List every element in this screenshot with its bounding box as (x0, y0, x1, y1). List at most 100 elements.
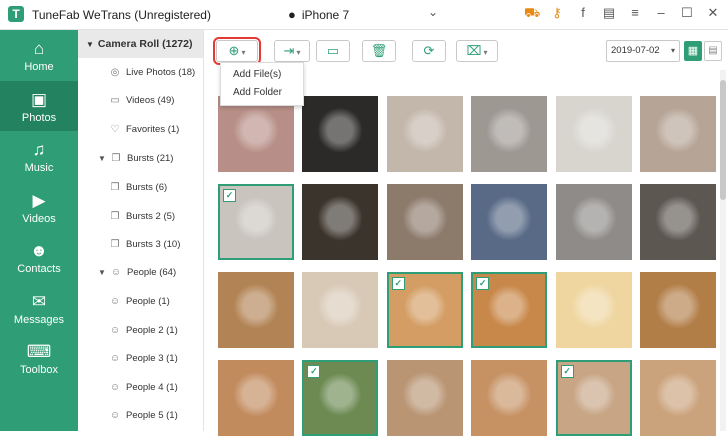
nav-item-toolbox[interactable]: ⌨ Toolbox (0, 333, 78, 383)
tree-item-label: People 5 (1) (126, 410, 178, 421)
tree-item[interactable]: ☺ People 2 (1) (108, 321, 178, 341)
photo-thumbnail[interactable] (471, 96, 548, 172)
date-value: 2019-07-02 (611, 45, 660, 56)
tree-item-label: People 3 (1) (126, 353, 178, 364)
photo-thumbnail[interactable] (555, 184, 632, 260)
nav-label: Music (24, 162, 54, 174)
checkbox-checked-icon[interactable]: ✓ (307, 365, 321, 378)
video-icon: ▶ (32, 190, 46, 210)
checkbox-checked-icon[interactable]: ✓ (476, 277, 490, 290)
date-select[interactable]: 2019-07-02 ▾ (606, 40, 680, 62)
nav-item-home[interactable]: ⌂ Home (0, 30, 78, 80)
photo-thumbnail[interactable] (640, 272, 716, 348)
tree-item[interactable]: ❐ Bursts 3 (10) (108, 235, 181, 255)
photo-thumbnail[interactable] (555, 96, 632, 172)
close-icon[interactable]: ✕ (706, 5, 720, 23)
photo-thumbnail[interactable] (386, 360, 463, 436)
device-selector[interactable]: ● iPhone 7 (288, 7, 349, 22)
checkbox-checked-icon[interactable]: ✓ (391, 277, 405, 290)
photo-thumbnail[interactable]: ✓ (386, 272, 463, 348)
tree-item-label: Favorites (1) (126, 124, 180, 135)
tree-root-camera-roll[interactable]: ▼ Camera Roll (1272) (78, 30, 203, 58)
export-button[interactable]: ⇥ ▾ (274, 40, 310, 62)
photo-thumbnail[interactable] (218, 272, 294, 348)
photo-thumbnail[interactable] (386, 184, 463, 260)
add-button[interactable]: ⊕ ▾ (213, 37, 261, 65)
tree-item[interactable]: ☺ People 3 (1) (108, 349, 178, 369)
tree-item[interactable]: ▼ ❐ Bursts (21) (98, 149, 173, 169)
menu-item-add-files[interactable]: Add File(s) (233, 69, 281, 80)
photo-thumbnail[interactable]: ✓ (471, 272, 548, 348)
grid-view-button[interactable]: ▦ (684, 41, 702, 61)
tree-item[interactable]: ♡ Favorites (1) (108, 120, 180, 140)
tree-item-label: People 2 (1) (126, 325, 178, 336)
menu-item-add-folder[interactable]: Add Folder (233, 87, 282, 98)
video-icon: ▭ (110, 95, 120, 106)
export-to-pc-button[interactable]: ▭ (316, 40, 350, 62)
checkbox-checked-icon[interactable]: ✓ (560, 365, 574, 378)
add-icon: ⊕ (228, 43, 240, 58)
photo-thumbnail[interactable]: ✓ (218, 184, 294, 260)
key-icon[interactable]: ⚷ (550, 5, 564, 23)
chevron-down-icon: ▾ (483, 48, 488, 57)
photo-thumbnail[interactable] (302, 184, 379, 260)
photo-thumbnail[interactable] (471, 184, 548, 260)
cart-icon[interactable]: ⛟ (524, 5, 540, 23)
tree-item[interactable]: ▼ ☺ People (64) (98, 263, 176, 283)
photo-thumbnail[interactable] (218, 96, 294, 172)
caret-down-icon[interactable]: ▼ (98, 263, 106, 283)
nav-item-contacts[interactable]: ☻ Contacts (0, 232, 78, 282)
photo-thumbnail[interactable] (555, 272, 632, 348)
minimize-icon[interactable]: – (654, 5, 668, 23)
tree-item-label: Bursts 2 (5) (126, 211, 176, 222)
feedback-icon[interactable]: ▤ (602, 5, 616, 23)
tree-item-label: Bursts (21) (127, 153, 174, 164)
nav-label: Toolbox (20, 364, 58, 376)
photo-thumbnail[interactable] (218, 360, 294, 436)
chevron-down-icon: ▾ (296, 48, 301, 57)
toolbox-button[interactable]: ⌧ ▾ (456, 40, 498, 62)
tree-item-label: People (64) (127, 267, 177, 278)
music-icon: ♫ (32, 140, 46, 159)
nav-item-messages[interactable]: ✉ Messages (0, 283, 78, 333)
photo-thumbnail[interactable] (471, 360, 548, 436)
tree-item[interactable]: ▭ Videos (49) (108, 91, 174, 111)
delete-button[interactable]: 🗑 (362, 40, 396, 62)
nav-item-photos[interactable]: ▣ Photos (0, 80, 78, 131)
nav-item-music[interactable]: ♫ Music (0, 131, 78, 181)
photo-thumbnail[interactable] (302, 96, 379, 172)
chevron-down-icon[interactable]: ⌄ (428, 5, 438, 19)
export-icon: ⇥ (283, 43, 295, 58)
scrollbar-thumb[interactable] (720, 80, 726, 200)
tree-item[interactable]: ☺ People (1) (108, 292, 170, 312)
photo-thumbnail[interactable] (640, 184, 716, 260)
apple-icon: ● (288, 7, 296, 22)
home-icon: ⌂ (33, 39, 45, 58)
device-name: iPhone 7 (301, 8, 350, 22)
photo-thumbnail[interactable] (640, 360, 716, 436)
list-view-button[interactable]: ▤ (704, 41, 722, 61)
refresh-button[interactable]: ⟳ (412, 40, 446, 62)
photo-grid: ✓ ✓ ✓ ✓ ✓ (204, 70, 728, 436)
tree-item[interactable]: ❐ Bursts 2 (5) (108, 207, 176, 227)
tree-item-label: Live Photos (18) (126, 67, 196, 78)
photo-thumbnail[interactable] (640, 96, 716, 172)
maximize-icon[interactable]: ☐ (680, 5, 694, 23)
tree-item[interactable]: ◎ Live Photos (18) (108, 63, 196, 83)
main-nav: ⌂ Home ▣ Photos ♫ Music ▶ Videos ☻ Contacts ✉ Messa… (0, 30, 78, 431)
nav-item-videos[interactable]: ▶ Videos (0, 182, 78, 232)
people-icon: ☺ (109, 325, 121, 336)
nav-label: Messages (13, 313, 65, 326)
tree-item[interactable]: ☺ People 5 (1) (108, 406, 178, 426)
checkbox-checked-icon[interactable]: ✓ (223, 189, 236, 202)
photo-thumbnail[interactable]: ✓ (302, 360, 379, 436)
facebook-icon[interactable]: f (576, 5, 590, 23)
photo-thumbnail[interactable]: ✓ (555, 360, 632, 436)
tree-item[interactable]: ☺ People 4 (1) (108, 378, 178, 398)
burst-icon: ❐ (110, 182, 120, 193)
photo-thumbnail[interactable] (386, 96, 463, 172)
menu-icon[interactable]: ≡ (628, 5, 642, 23)
tree-item[interactable]: ❐ Bursts (6) (108, 178, 168, 198)
caret-down-icon[interactable]: ▼ (98, 149, 106, 169)
photo-thumbnail[interactable] (302, 272, 379, 348)
